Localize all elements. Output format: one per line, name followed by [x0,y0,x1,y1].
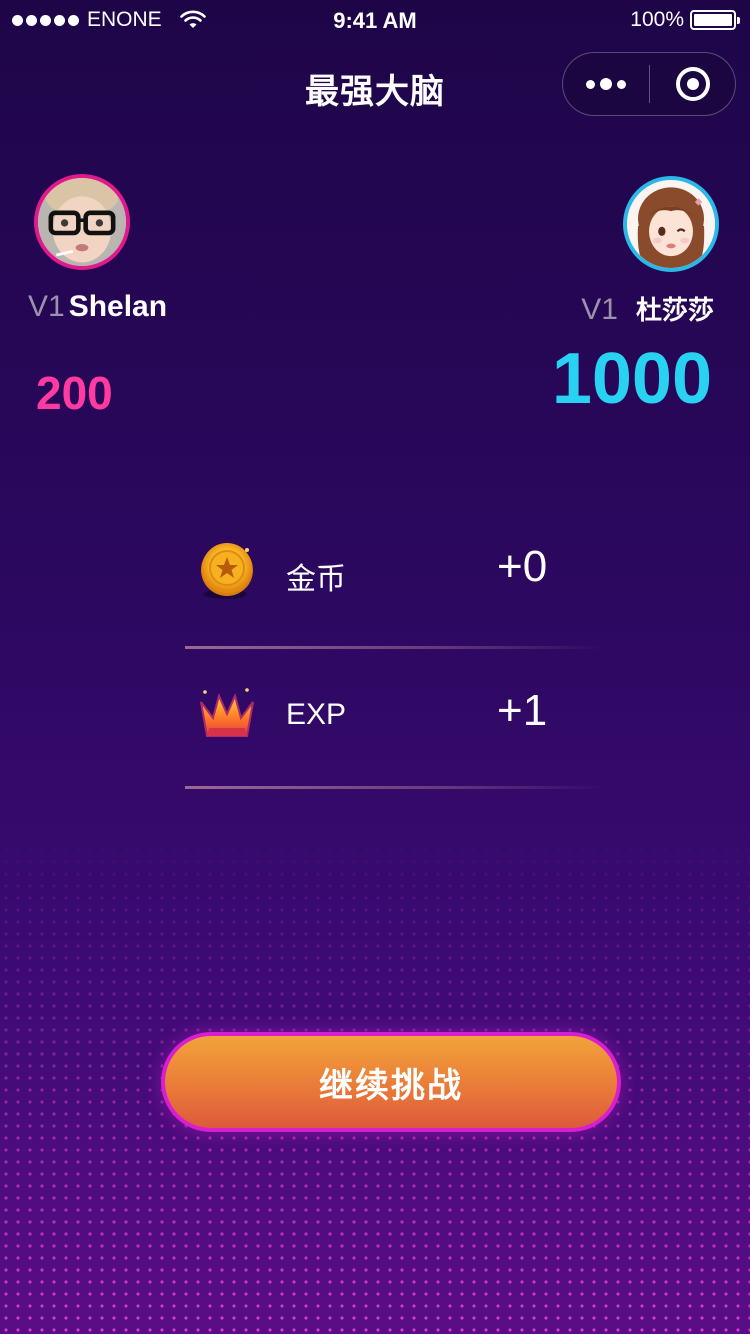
reward-value-exp: +1 [497,686,548,735]
anime-girl-portrait [627,180,715,268]
reward-row-coins: 金币 +0 [185,530,605,610]
continue-challenge-button[interactable]: 继续挑战 [161,1032,621,1132]
battery-percent: 100% [630,8,684,31]
status-bar: ENONE 9:41 AM 100% [0,0,750,40]
target-circle-icon[interactable] [650,53,735,115]
crown-icon [200,688,254,737]
left-player-name: Shelan [68,290,168,323]
reward-row-exp: EXP +1 [185,674,605,754]
left-player-level: V1 [28,290,65,323]
right-player-score: 1000 [551,339,712,419]
mini-program-capsule [562,52,736,116]
more-dots-icon[interactable] [563,53,649,115]
reward-label-exp: EXP [286,698,347,731]
reward-divider [185,786,605,789]
status-right: 100% [630,8,740,32]
left-player-score: 200 [36,367,113,419]
right-player-level: V1 [581,293,618,326]
avatar-right-player[interactable] [623,176,719,272]
right-player-info: V1 杜莎莎 [581,290,714,327]
kid-with-glasses-portrait [38,178,126,266]
gold-coin-icon [201,543,253,599]
avatar-left-player[interactable] [34,174,130,270]
left-player-info: V1 Shelan [28,290,167,324]
reward-divider [185,646,605,649]
right-player-name: 杜莎莎 [635,295,714,325]
reward-label-coins: 金币 [286,563,346,596]
reward-value-coins: +0 [497,542,548,591]
battery-icon [690,10,740,30]
